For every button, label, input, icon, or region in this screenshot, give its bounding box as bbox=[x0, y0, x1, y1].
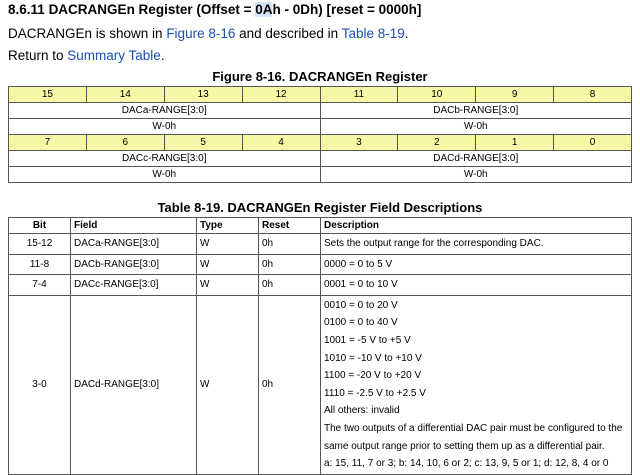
bit-number: 6 bbox=[85, 134, 165, 151]
field-access-dacc: W-0h bbox=[8, 166, 321, 183]
header-field: Field bbox=[70, 217, 197, 234]
return-text-end: . bbox=[160, 48, 165, 63]
field-name-dacb: DACb-RANGE[3:0] bbox=[319, 102, 632, 119]
upper-access-row: W-0h W-0h bbox=[8, 118, 632, 135]
cell-reset: 0h bbox=[258, 274, 321, 296]
cell-reset: 0h bbox=[258, 233, 321, 255]
bit-number: 5 bbox=[163, 134, 243, 151]
summary-table-link[interactable]: Summary Table bbox=[67, 48, 161, 63]
cell-bit: 3-0 bbox=[8, 294, 71, 475]
intro-text-start: DACRANGEn is shown in bbox=[8, 26, 167, 41]
description-line: All others: invalid bbox=[324, 405, 400, 417]
register-diagram: 15 14 13 12 11 10 9 8 DACa-RANGE[3:0] DA… bbox=[8, 86, 632, 183]
cell-type: W bbox=[196, 253, 259, 276]
cell-bit: 7-4 bbox=[8, 274, 71, 296]
description-line: a: 15, 11, 7 or 3; b: 14, 10, 6 or 2; c:… bbox=[324, 458, 609, 470]
upper-field-row: DACa-RANGE[3:0] DACb-RANGE[3:0] bbox=[8, 102, 632, 119]
table-link[interactable]: Table 8-19 bbox=[342, 26, 405, 41]
cell-description: 0001 = 0 to 10 V bbox=[320, 274, 632, 296]
description-line: The two outputs of a differential DAC pa… bbox=[324, 422, 623, 434]
bit-number: 7 bbox=[8, 134, 87, 151]
table-header-row: Bit Field Type Reset Description bbox=[8, 217, 632, 234]
cell-bit: 11-8 bbox=[8, 253, 71, 276]
cell-field: DACa-RANGE[3:0] bbox=[70, 233, 197, 255]
figure-link[interactable]: Figure 8-16 bbox=[166, 26, 235, 41]
bit-number: 4 bbox=[241, 134, 321, 151]
intro-text-end: . bbox=[404, 26, 409, 41]
table-row: 7-4 DACc-RANGE[3:0] W 0h 0001 = 0 to 10 … bbox=[8, 274, 632, 296]
intro-text-middle: and described in bbox=[235, 26, 342, 41]
cell-type: W bbox=[196, 294, 259, 475]
description-line: same output range prior to setting them … bbox=[324, 440, 605, 452]
bit-number: 1 bbox=[475, 134, 555, 151]
field-name-daca: DACa-RANGE[3:0] bbox=[8, 102, 321, 119]
description-line: 1110 = -2.5 V to +2.5 V bbox=[324, 387, 426, 399]
lower-field-row: DACc-RANGE[3:0] DACd-RANGE[3:0] bbox=[8, 150, 632, 167]
bit-number: 8 bbox=[553, 86, 632, 103]
return-text: Return to bbox=[8, 48, 68, 63]
highlighted-text: 0A bbox=[255, 2, 273, 17]
cell-reset: 0h bbox=[258, 253, 321, 276]
figure-title: Figure 8-16. DACRANGEn Register bbox=[212, 69, 428, 84]
section-title-start: DACRANGEn Register (Offset = bbox=[48, 2, 256, 17]
cell-type: W bbox=[196, 233, 259, 255]
description-line: Sets the output range for the correspond… bbox=[324, 238, 544, 249]
description-line: 0100 = 0 to 40 V bbox=[324, 317, 398, 329]
cell-type: W bbox=[196, 274, 259, 296]
cell-bit: 15-12 bbox=[8, 233, 71, 255]
section-title-end: h - 0Dh) [reset = 0000h] bbox=[272, 2, 422, 17]
description-line: 1001 = -5 V to +5 V bbox=[324, 334, 411, 346]
field-name-dacc: DACc-RANGE[3:0] bbox=[8, 150, 321, 167]
section-number: 8.6.11 bbox=[8, 2, 45, 17]
description-line: 0001 = 0 to 10 V bbox=[324, 279, 398, 291]
section-heading: 8.6.11 DACRANGEn Register (Offset = 0Ah … bbox=[8, 2, 421, 17]
description-line: 1010 = -10 V to +10 V bbox=[324, 352, 422, 364]
cell-description: Sets the output range for the correspond… bbox=[320, 233, 632, 255]
description-line: 0000 = 0 to 5 V bbox=[324, 258, 393, 270]
table-row: 11-8 DACb-RANGE[3:0] W 0h 0000 = 0 to 5 … bbox=[8, 253, 632, 276]
table-row: 3-0 DACd-RANGE[3:0] W 0h 0010 = 0 to 20 … bbox=[8, 294, 632, 475]
header-bit: Bit bbox=[8, 217, 71, 234]
bit-number: 2 bbox=[397, 134, 477, 151]
bit-number: 15 bbox=[8, 86, 87, 103]
table-row: 15-12 DACa-RANGE[3:0] W 0h Sets the outp… bbox=[8, 233, 632, 255]
cell-field: DACc-RANGE[3:0] bbox=[70, 274, 197, 296]
header-description: Description bbox=[320, 217, 632, 234]
return-paragraph: Return to Summary Table. bbox=[8, 48, 165, 63]
bit-number: 12 bbox=[241, 86, 321, 103]
field-name-dacd: DACd-RANGE[3:0] bbox=[319, 150, 632, 167]
header-type: Type bbox=[196, 217, 259, 234]
bit-number: 9 bbox=[475, 86, 555, 103]
description-line: 0010 = 0 to 20 V bbox=[324, 299, 398, 311]
cell-field: DACd-RANGE[3:0] bbox=[70, 294, 197, 475]
bit-number: 10 bbox=[397, 86, 477, 103]
cell-reset: 0h bbox=[258, 294, 321, 475]
cell-description: 0000 = 0 to 5 V bbox=[320, 253, 632, 276]
table-title: Table 8-19. DACRANGEn Register Field Des… bbox=[157, 200, 483, 215]
upper-bit-row: 15 14 13 12 11 10 9 8 bbox=[8, 86, 632, 103]
cell-field: DACb-RANGE[3:0] bbox=[70, 253, 197, 276]
field-access-dacb: W-0h bbox=[319, 118, 632, 135]
bit-number: 14 bbox=[85, 86, 165, 103]
intro-paragraph: DACRANGEn is shown in Figure 8-16 and de… bbox=[8, 26, 409, 41]
cell-description: 0010 = 0 to 20 V 0100 = 0 to 40 V 1001 =… bbox=[320, 294, 632, 475]
bit-number: 0 bbox=[553, 134, 632, 151]
field-description-table: Bit Field Type Reset Description 15-12 D… bbox=[8, 217, 632, 475]
description-line: 1100 = -20 V to +20 V bbox=[324, 370, 422, 382]
lower-bit-row: 7 6 5 4 3 2 1 0 bbox=[8, 134, 632, 151]
field-access-dacd: W-0h bbox=[319, 166, 632, 183]
bit-number: 11 bbox=[319, 86, 399, 103]
bit-number: 13 bbox=[163, 86, 243, 103]
lower-access-row: W-0h W-0h bbox=[8, 166, 632, 183]
header-reset: Reset bbox=[258, 217, 321, 234]
bit-number: 3 bbox=[319, 134, 399, 151]
field-access-daca: W-0h bbox=[8, 118, 321, 135]
